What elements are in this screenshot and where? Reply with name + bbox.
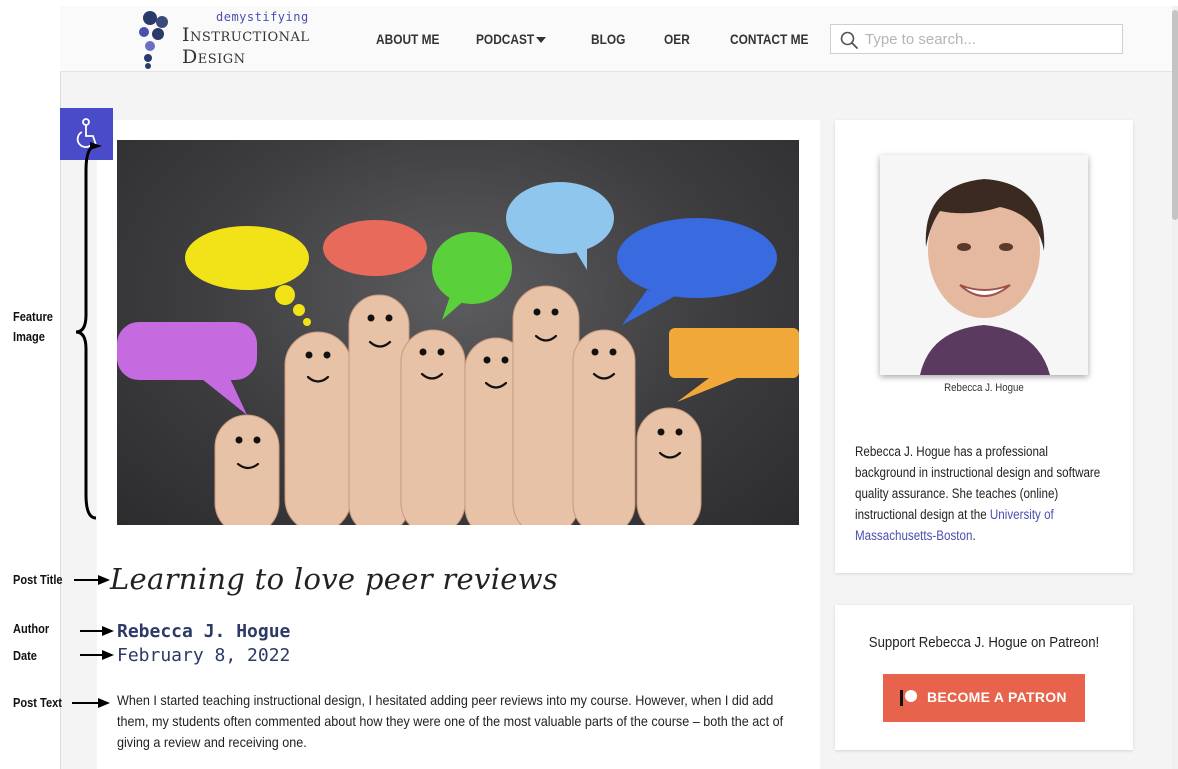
patreon-support-text: Support Rebecca J. Hogue on Patreon! (868, 634, 1100, 651)
annotation-feature-line1: Feature (13, 309, 53, 324)
search-box (830, 24, 1123, 54)
annotation-post-title: Post Title (13, 572, 63, 587)
caret-down-icon[interactable] (536, 37, 546, 43)
scrollbar-thumb[interactable] (1172, 10, 1178, 220)
nav-contact-me[interactable]: CONTACT ME (730, 31, 808, 47)
author-portrait (880, 155, 1088, 375)
bio-end: . (972, 528, 976, 543)
search-input[interactable] (865, 28, 1115, 50)
annotation-date: Date (13, 648, 37, 663)
search-icon (840, 31, 858, 49)
site-logo[interactable]: demystifying Instructional Design (136, 8, 316, 70)
author-bio: Rebecca J. Hogue has a professional back… (855, 441, 1104, 546)
logo-mark-icon (139, 11, 168, 69)
nav-podcast[interactable]: PODCAST (476, 31, 534, 47)
logo-tagline: demystifying (216, 10, 309, 24)
author-photo (880, 155, 1088, 375)
nav-about-me[interactable]: ABOUT ME (376, 31, 439, 47)
patreon-icon (900, 690, 917, 706)
patron-button-label: BECOME A PATRON (927, 689, 1067, 705)
finger-faces-illustration (117, 182, 799, 525)
annotation-feature-line2: Image (13, 329, 45, 344)
logo-title-line1: Instructional (182, 24, 310, 46)
become-patron-button[interactable]: BECOME A PATRON (883, 674, 1085, 722)
nav-blog[interactable]: BLOG (591, 31, 625, 47)
post-text: When I started teaching instructional de… (117, 692, 784, 750)
annotation-post-text: Post Text (13, 695, 62, 710)
nav-oer[interactable]: OER (664, 31, 690, 47)
post-author[interactable]: Rebecca J. Hogue (117, 621, 290, 642)
feature-image (117, 140, 799, 525)
post-title: Learning to love peer reviews (110, 562, 559, 596)
logo-title-line2: Design (182, 46, 246, 68)
annotation-author: Author (13, 621, 50, 636)
photo-caption: Rebecca J. Hogue (944, 382, 1024, 394)
post-date: February 8, 2022 (117, 645, 291, 666)
bio-text: Rebecca J. Hogue has a professional back… (855, 444, 1101, 522)
